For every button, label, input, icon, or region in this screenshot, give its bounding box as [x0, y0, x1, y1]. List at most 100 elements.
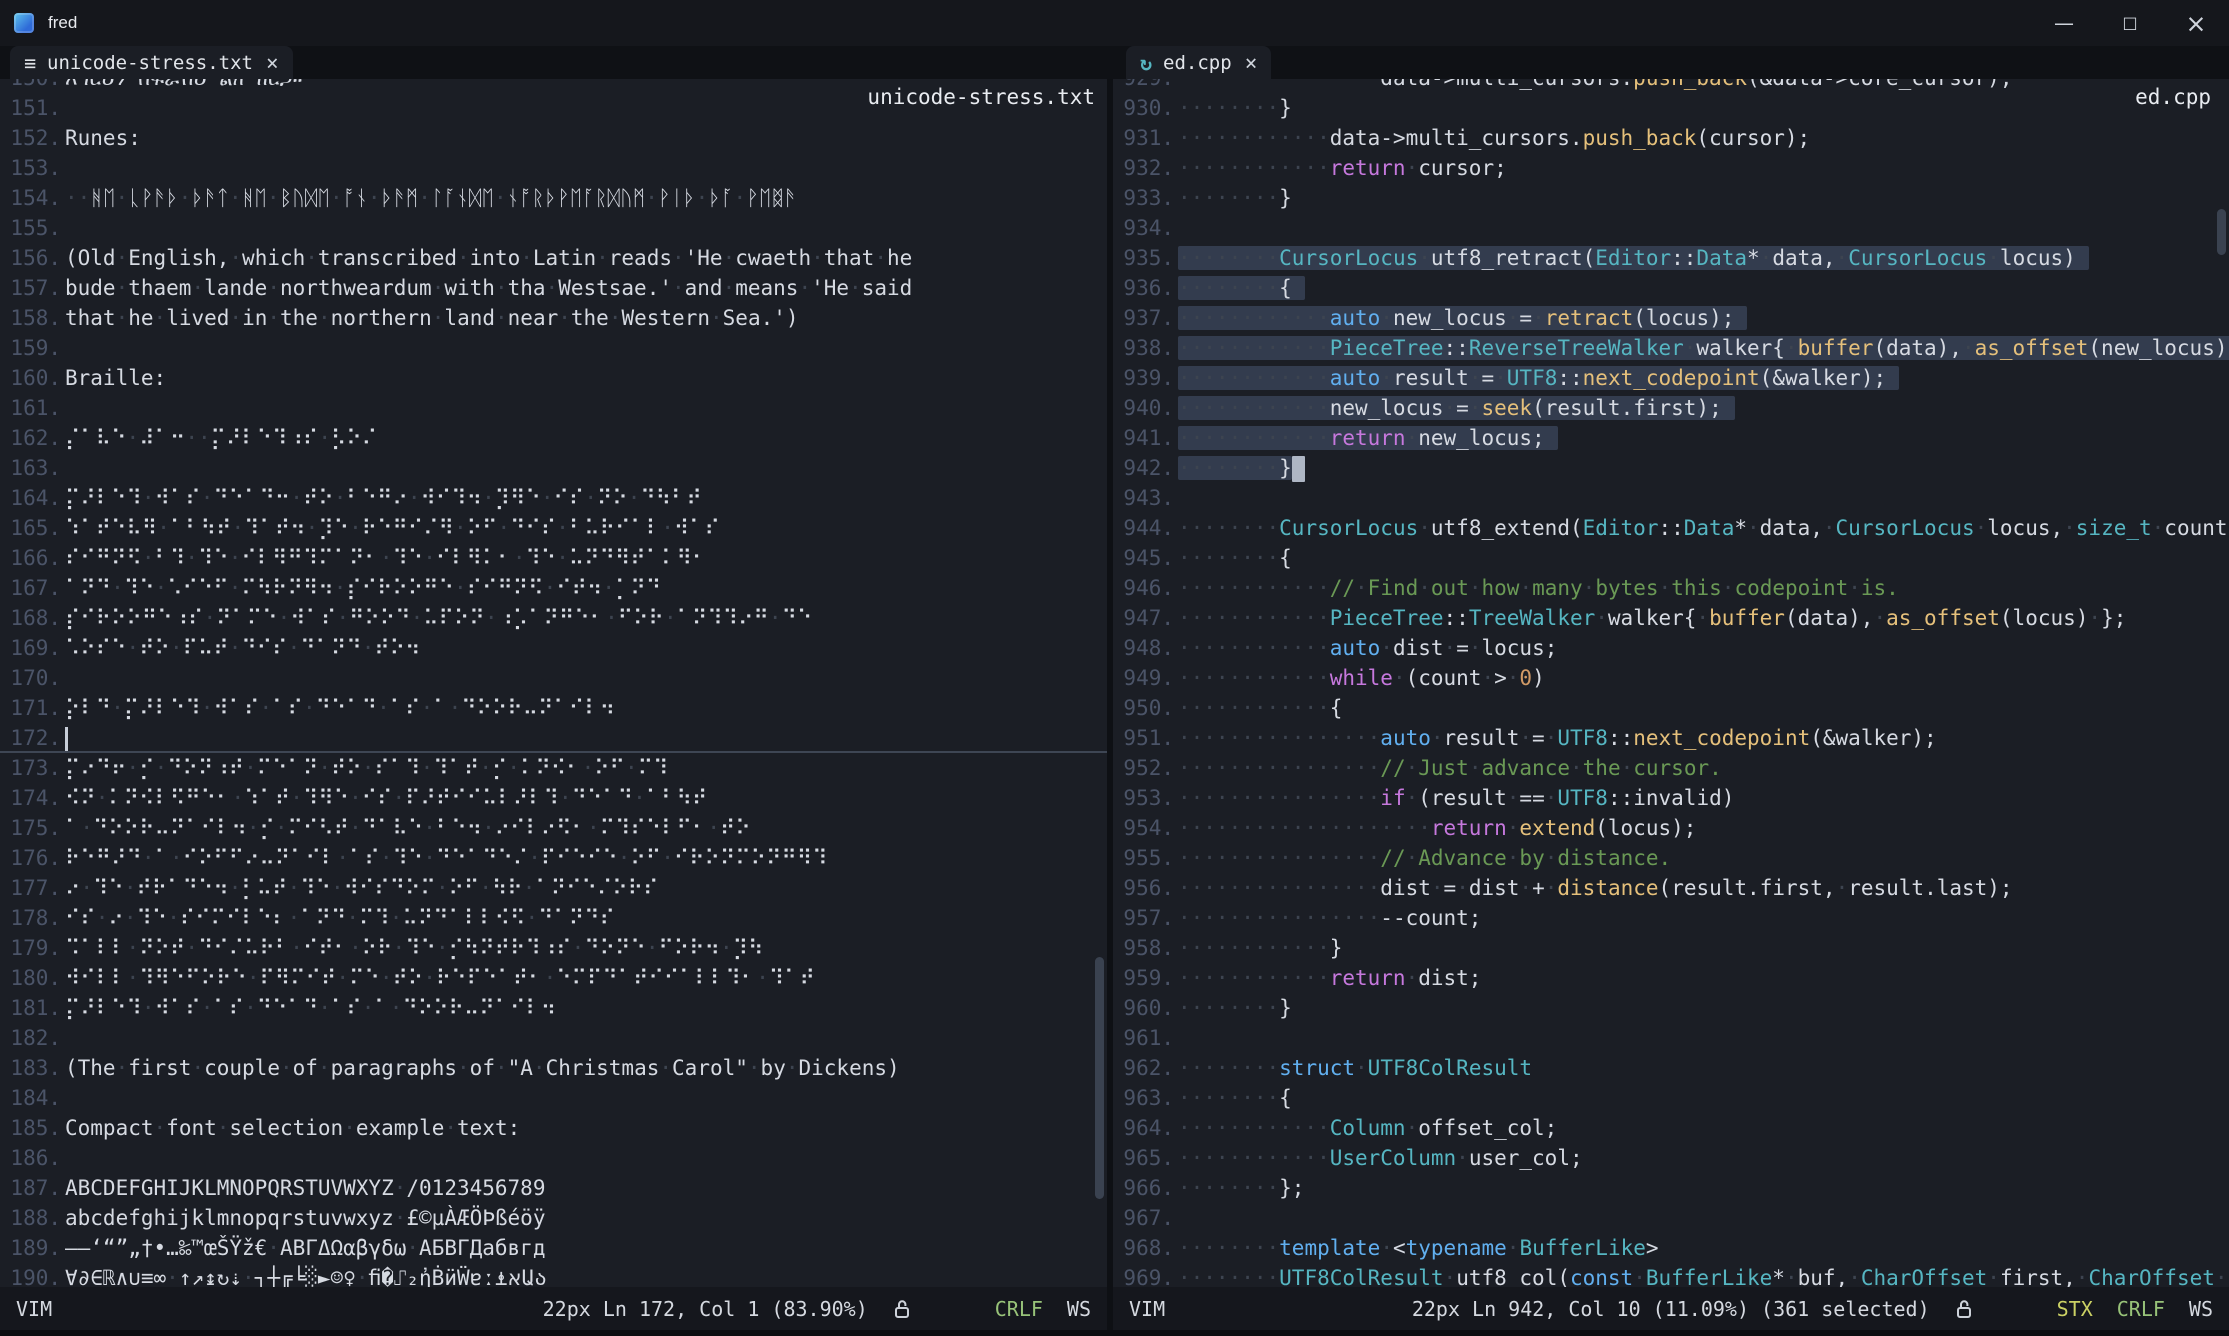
code-line[interactable]: 931.············data->multi_cursors.push…	[1113, 123, 2229, 153]
code-line[interactable]: 938.············PieceTree::ReverseTreeWa…	[1113, 333, 2229, 363]
status-flag-ws[interactable]: WS	[1067, 1297, 1091, 1321]
code-line[interactable]: 943.	[1113, 483, 2229, 513]
tab-close-icon[interactable]: ×	[1245, 51, 1258, 75]
editor-pane-right[interactable]: 929.················data->multi_cursors.…	[1113, 79, 2229, 1287]
code-line[interactable]: 180.⠺⠊⠇⠇·⠹⠻⠑⠋⠕⠗⠑·⠏⠻⠍⠊⠞·⠍⠑·⠞⠕·⠗⠑⠏⠑⠁⠞⠂·⠑⠍⠏…	[0, 963, 1107, 993]
code-line[interactable]: 929.················data->multi_cursors.…	[1113, 79, 2229, 93]
code-line[interactable]: 175.⠁·⠙⠕⠕⠗⠤⠝⠁⠊⠇⠲·⡊·⠍⠊⠣⠞·⠙⠁⠧⠑·⠃⠑⠲·⠔⠊⠇⠔⠫⠂·…	[0, 813, 1107, 843]
code-line[interactable]: 155.	[0, 213, 1107, 243]
code-line[interactable]: 182.	[0, 1023, 1107, 1053]
code-line[interactable]: 169.⠡⠕⠎⠑·⠞⠕·⠏⠥⠞·⠙⠊⠎·⠙⠁⠝⠙·⠞⠕⠲	[0, 633, 1107, 663]
code-line[interactable]: 932.············return·cursor;	[1113, 153, 2229, 183]
lock-icon[interactable]	[894, 1298, 913, 1320]
line-number: 164.	[0, 483, 61, 513]
code-line[interactable]: 154.··ᚻᛖ·ᚳᚹᚫᚦ·ᚦᚫᛏ·ᚻᛖ·ᛒᚢᛞᛖ·ᚩᚾ·ᚦᚫᛗ·ᛚᚪᚾᛞᛖ·ᚾ…	[0, 183, 1107, 213]
code-line[interactable]: 950.············{	[1113, 693, 2229, 723]
code-line[interactable]: 948.············auto·dist·=·locus;	[1113, 633, 2229, 663]
code-line[interactable]: 967.	[1113, 1203, 2229, 1233]
editor-pane-left[interactable]: 150.እግርህን·በፍራሽህ·ልክ·ዘርጋ።151.152.Runes:153…	[0, 79, 1107, 1287]
maximize-button[interactable]: □	[2097, 0, 2163, 46]
code-line[interactable]: 189.–—‘“”„†•…‰™œŠŸž€·ΑΒΓΔΩαβγδω·АБВГДабв…	[0, 1233, 1107, 1263]
code-line[interactable]: 174.⠪⠝·⠅⠝⠪⠇⠫⠛⠑⠂·⠱⠁⠞·⠹⠻⠑·⠊⠎·⠏⠜⠞⠊⠊⠥⠇⠜⠇⠹·⠙⠑…	[0, 783, 1107, 813]
code-line[interactable]: 942.········}	[1113, 453, 2229, 483]
code-line[interactable]: 153.	[0, 153, 1107, 183]
code-line[interactable]: 157.bude·thaem·lande·northweardum·with·t…	[0, 273, 1107, 303]
code-line[interactable]: 956.················dist·=·dist·+·distan…	[1113, 873, 2229, 903]
code-line[interactable]: 171.⡕⠇⠙·⡍⠜⠇⠑⠹·⠺⠁⠎·⠁⠎·⠙⠑⠁⠙·⠁⠎·⠁·⠙⠕⠕⠗⠤⠝⠁⠊⠇…	[0, 693, 1107, 723]
code-line[interactable]: 166.⠎⠊⠛⠝⠫·⠃⠹·⠹⠑·⠊⠇⠻⠛⠹⠍⠁⠝⠂·⠹⠑·⠊⠇⠻⠅⠂·⠹⠑·⠥⠝…	[0, 543, 1107, 573]
code-line[interactable]: 969.········UTF8ColResult·utf8_col(const…	[1113, 1263, 2229, 1287]
code-line[interactable]: 949.············while·(count·>·0)	[1113, 663, 2229, 693]
code-line[interactable]: 955.················//·Advance·by·distan…	[1113, 843, 2229, 873]
code-line[interactable]: 173.⡍⠔⠙⠖·⡊·⠙⠕⠝⠰⠞·⠍⠑⠁⠝·⠞⠕·⠎⠁⠹·⠹⠁⠞·⡊·⠅⠝⠪⠂·…	[0, 753, 1107, 783]
line-text: ············}	[1178, 936, 1342, 960]
code-line[interactable]: 965.············UserColumn·user_col;	[1113, 1143, 2229, 1173]
code-line[interactable]: 170.	[0, 663, 1107, 693]
code-line[interactable]: 152.Runes:	[0, 123, 1107, 153]
code-line[interactable]: 954.····················return·extend(lo…	[1113, 813, 2229, 843]
code-line[interactable]: 968.········template·<typename·BufferLik…	[1113, 1233, 2229, 1263]
tab-ed-cpp[interactable]: ↻ ed.cpp ×	[1126, 46, 1271, 79]
code-line[interactable]: 934.	[1113, 213, 2229, 243]
code-line[interactable]: 162.⡌⠁⠧⠑·⠼⠁⠒··⡍⠜⠇⠑⠹⠰⠎·⡣⠕⠌	[0, 423, 1107, 453]
code-line[interactable]: 181.⡍⠜⠇⠑⠹·⠺⠁⠎·⠁⠎·⠙⠑⠁⠙·⠁⠎·⠁·⠙⠕⠕⠗⠤⠝⠁⠊⠇⠲	[0, 993, 1107, 1023]
code-line[interactable]: 952.················//·Just·advance·the·…	[1113, 753, 2229, 783]
code-line[interactable]: 159.	[0, 333, 1107, 363]
scrollbar-thumb[interactable]	[1095, 957, 1104, 1199]
code-line[interactable]: 964.············Column·offset_col;	[1113, 1113, 2229, 1143]
code-line[interactable]: 172.	[0, 723, 1107, 753]
code-line[interactable]: 161.	[0, 393, 1107, 423]
code-line[interactable]: 939.············auto·result·=·UTF8::next…	[1113, 363, 2229, 393]
code-line[interactable]: 186.	[0, 1143, 1107, 1173]
code-line[interactable]: 946.············//·Find·out·how·many·byt…	[1113, 573, 2229, 603]
code-line[interactable]: 941.············return·new_locus;	[1113, 423, 2229, 453]
code-line[interactable]: 944.········CursorLocus·utf8_extend(Edit…	[1113, 513, 2229, 543]
code-line[interactable]: 940.············new_locus·=·seek(result.…	[1113, 393, 2229, 423]
code-line[interactable]: 165.⠱⠁⠞⠑⠧⠻·⠁⠃⠳⠞·⠹⠁⠞⠲·⡹⠑·⠗⠑⠛⠊⠌⠻·⠕⠋·⠙⠊⠎·⠃⠥…	[0, 513, 1107, 543]
lock-icon[interactable]	[1956, 1298, 1975, 1320]
code-line[interactable]: 957.················--count;	[1113, 903, 2229, 933]
code-line[interactable]: 959.············return·dist;	[1113, 963, 2229, 993]
status-flag-ws[interactable]: WS	[2189, 1297, 2213, 1321]
scrollbar-thumb[interactable]	[2217, 209, 2226, 255]
code-line[interactable]: 966.········};	[1113, 1173, 2229, 1203]
code-line[interactable]: 163.	[0, 453, 1107, 483]
code-line[interactable]: 176.⠗⠑⠛⠜⠙·⠁·⠊⠕⠋⠋⠔⠤⠝⠁⠊⠇·⠁⠎·⠹⠑·⠙⠑⠁⠙⠑⠌·⠏⠊⠑⠊…	[0, 843, 1107, 873]
code-line[interactable]: 184.	[0, 1083, 1107, 1113]
code-line[interactable]: 960.········}	[1113, 993, 2229, 1023]
code-line[interactable]: 187.ABCDEFGHIJKLMNOPQRSTUVWXYZ·/01234567…	[0, 1173, 1107, 1203]
close-button[interactable]: ×	[2163, 0, 2229, 46]
tab-unicode-stress-txt[interactable]: ≡ unicode-stress.txt ×	[10, 46, 293, 79]
tab-close-icon[interactable]: ×	[266, 51, 279, 75]
status-flag-stx[interactable]: STX	[2057, 1297, 2093, 1321]
code-line[interactable]: 183.(The·first·couple·of·paragraphs·of·"…	[0, 1053, 1107, 1083]
code-line[interactable]: 935.········CursorLocus·utf8_retract(Edi…	[1113, 243, 2229, 273]
code-line[interactable]: 178.⠊⠎·⠔·⠹⠑·⠎⠊⠍⠊⠇⠑⠆·⠁⠝⠙·⠍⠹·⠥⠝⠙⠁⠇⠇⠪⠫·⠙⠁⠝⠙…	[0, 903, 1107, 933]
code-line[interactable]: 947.············PieceTree::TreeWalker·wa…	[1113, 603, 2229, 633]
status-flag-crlf[interactable]: CRLF	[2117, 1297, 2165, 1321]
code-line[interactable]: 185.Compact·font·selection·example·text:	[0, 1113, 1107, 1143]
status-flag-crlf[interactable]: CRLF	[995, 1297, 1043, 1321]
code-line[interactable]: 160.Braille:	[0, 363, 1107, 393]
code-line[interactable]: 190.∀∂∈ℝ∧∪≡∞·↑↗↨↻⇣·┐┼╔╘░►☺♀·ﬁ�⑀₂ἠḂӥẄɐː⍎א…	[0, 1263, 1107, 1287]
code-line[interactable]: 177.⠔·⠹⠑·⠞⠗⠁⠙⠑⠲·⡃⠥⠞·⠹⠑·⠺⠊⠎⠙⠕⠍·⠕⠋·⠳⠗·⠁⠝⠊⠑…	[0, 873, 1107, 903]
code-line[interactable]: 168.⡎⠊⠗⠕⠕⠛⠑⠰⠎·⠝⠁⠍⠑·⠺⠁⠎·⠛⠕⠕⠙·⠥⠏⠕⠝·⠰⡡⠁⠝⠛⠑⠂…	[0, 603, 1107, 633]
code-line[interactable]: 179.⠩⠁⠇⠇·⠝⠕⠞·⠙⠊⠌⠥⠗⠃·⠊⠞⠂·⠕⠗·⠹⠑·⡊⠳⠝⠞⠗⠹⠰⠎·⠙…	[0, 933, 1107, 963]
code-line[interactable]: 963.········{	[1113, 1083, 2229, 1113]
code-line[interactable]: 936.········{	[1113, 273, 2229, 303]
code-line[interactable]: 951.················auto·result·=·UTF8::…	[1113, 723, 2229, 753]
code-line[interactable]: 164.⡍⠜⠇⠑⠹·⠺⠁⠎·⠙⠑⠁⠙⠒·⠞⠕·⠃⠑⠛⠔·⠺⠊⠹⠲·⡹⠻⠑·⠊⠎·…	[0, 483, 1107, 513]
code-line[interactable]: 930.········}	[1113, 93, 2229, 123]
code-line[interactable]: 937.············auto·new_locus·=·retract…	[1113, 303, 2229, 333]
code-line[interactable]: 958.············}	[1113, 933, 2229, 963]
code-line[interactable]: 188.abcdefghijklmnopqrstuvwxyz·£©µÀÆÖÞßé…	[0, 1203, 1107, 1233]
code-line[interactable]: 156.(Old·English,·which·transcribed·into…	[0, 243, 1107, 273]
code-line[interactable]: 945.········{	[1113, 543, 2229, 573]
code-line[interactable]: 962.········struct·UTF8ColResult	[1113, 1053, 2229, 1083]
code-line[interactable]: 933.········}	[1113, 183, 2229, 213]
code-line[interactable]: 158.that·he·lived·in·the·northern·land·n…	[0, 303, 1107, 333]
minimize-button[interactable]: —	[2031, 0, 2097, 46]
code-line[interactable]: 961.	[1113, 1023, 2229, 1053]
code-line[interactable]: 167.⠁⠝⠙·⠹⠑·⠡⠊⠑⠋·⠍⠳⠗⠝⠻⠲·⡎⠊⠗⠕⠕⠛⠑·⠎⠊⠛⠝⠫·⠊⠞⠲…	[0, 573, 1107, 603]
code-line[interactable]: 953.················if·(result·==·UTF8::…	[1113, 783, 2229, 813]
